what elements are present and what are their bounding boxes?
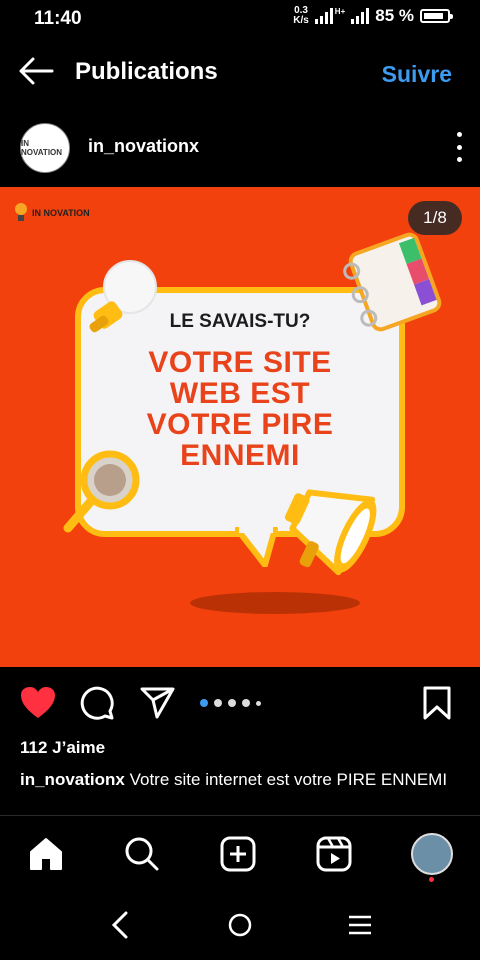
brand-logo-text: IN NOVATION: [32, 208, 90, 218]
likes-count[interactable]: 112 J’aime: [20, 738, 105, 758]
author-avatar[interactable]: IN NOVATION: [20, 123, 70, 173]
comment-icon[interactable]: [80, 686, 116, 720]
megaphone-icon: [284, 489, 377, 576]
brand-logo: IN NOVATION: [14, 202, 90, 224]
system-navigation: [0, 900, 480, 950]
lightbulb-logo-icon: [15, 203, 27, 221]
post-text: LE SAVAIS-TU? VOTRE SITE WEB EST VOTRE P…: [75, 307, 405, 471]
status-indicators: 0.3 K/s H+ 85 %: [293, 5, 453, 26]
signal-icon-2: [351, 8, 370, 24]
post-actions: [0, 684, 480, 724]
create-icon[interactable]: [214, 830, 262, 878]
bookmark-icon[interactable]: [422, 686, 452, 720]
home-circle-icon[interactable]: [227, 912, 253, 938]
network-type: H+: [334, 6, 346, 16]
carousel-indicator: [200, 699, 261, 707]
header: Publications Suivre: [0, 48, 480, 98]
heart-filled-icon[interactable]: [20, 686, 56, 720]
status-time: 11:40: [34, 8, 82, 29]
profile-avatar: [411, 833, 453, 875]
search-icon[interactable]: [118, 830, 166, 878]
send-icon[interactable]: [140, 687, 176, 719]
author-username[interactable]: in_novationx: [88, 136, 199, 157]
page-title: Publications: [75, 58, 218, 85]
reels-icon[interactable]: [310, 830, 358, 878]
back-icon[interactable]: [110, 910, 130, 940]
arrow-left-icon[interactable]: [18, 56, 54, 86]
home-icon[interactable]: [22, 830, 70, 878]
more-options-icon[interactable]: [454, 132, 464, 162]
post-headline: VOTRE SITE WEB EST VOTRE PIRE ENNEMI: [146, 346, 334, 472]
post-author-row: IN NOVATION in_novationx: [0, 120, 480, 176]
post-kicker: LE SAVAIS-TU?: [169, 311, 311, 332]
post-image[interactable]: IN NOVATION 1/8 LE SAVAIS-TU? VOTRE SITE…: [0, 187, 480, 667]
battery-percent: 85 %: [375, 6, 414, 25]
caption-text: Votre site internet est votre PIRE ENNEM…: [129, 770, 448, 789]
notification-dot: [429, 877, 434, 882]
battery-icon: [420, 9, 453, 23]
post-caption: in_novationx Votre site internet est vot…: [20, 767, 460, 815]
caption-username[interactable]: in_novationx: [20, 770, 125, 789]
bottom-navigation: [0, 826, 480, 882]
divider: [0, 815, 480, 816]
network-speed: 0.3 K/s: [293, 5, 309, 26]
status-bar: 11:40 0.3 K/s H+ 85 %: [0, 0, 480, 36]
profile-tab[interactable]: [408, 830, 456, 878]
ground-shadow: [190, 592, 360, 614]
signal-icon: [314, 8, 333, 24]
follow-button[interactable]: Suivre: [382, 61, 452, 88]
recents-icon[interactable]: [348, 914, 372, 936]
